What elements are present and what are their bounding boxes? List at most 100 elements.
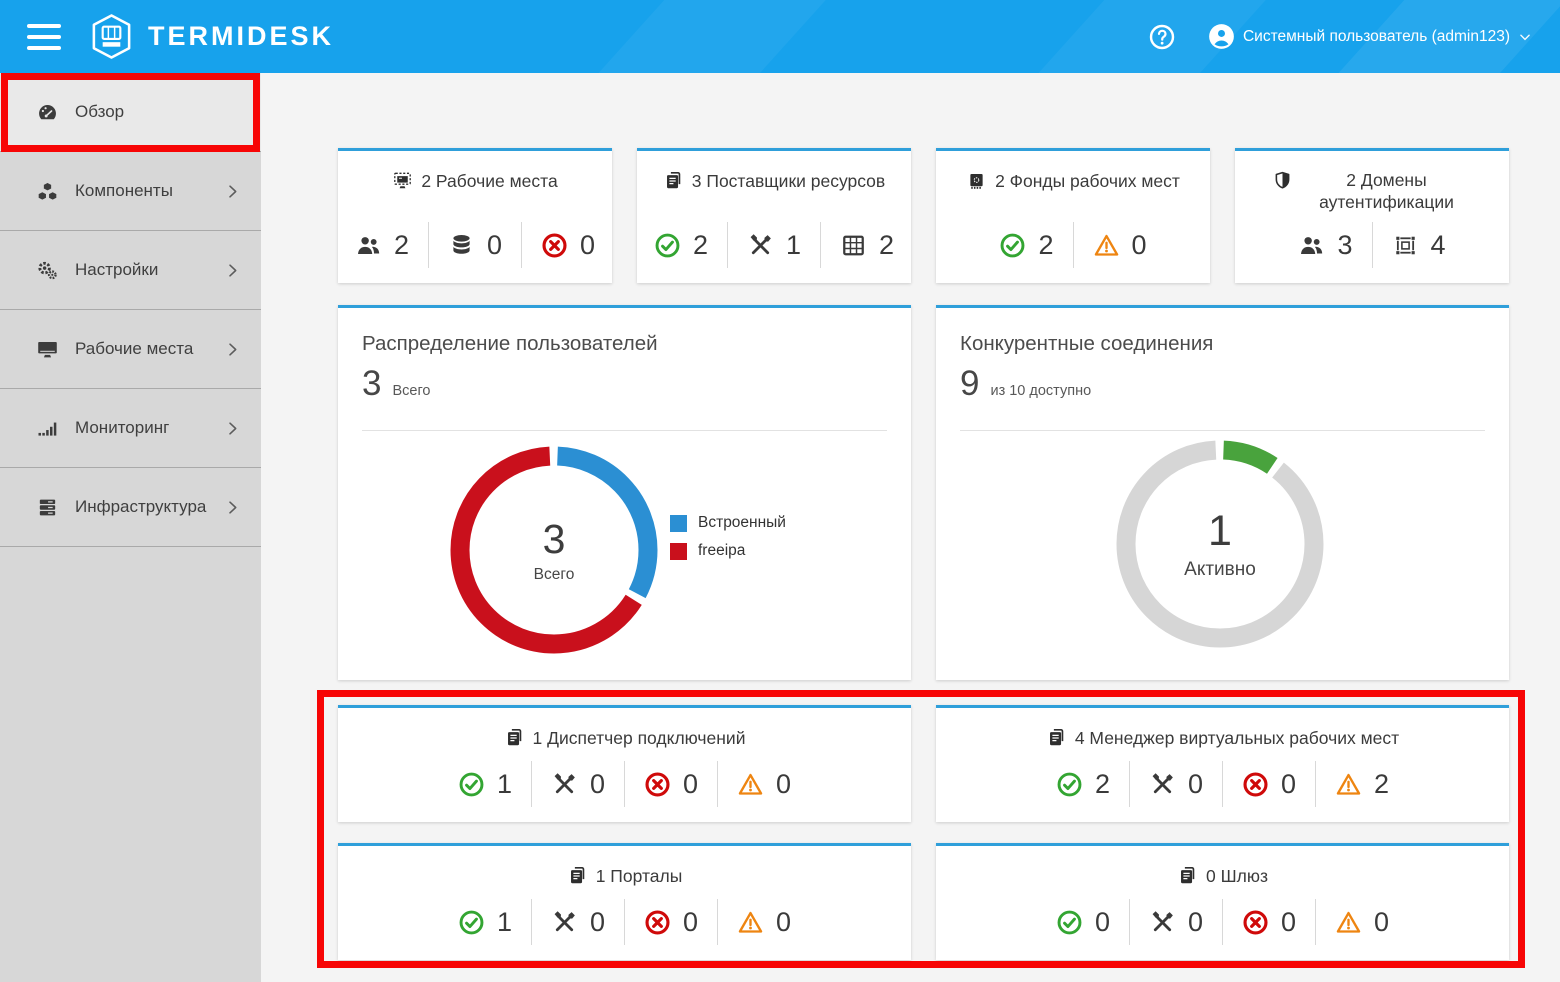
user-menu[interactable]: Системный пользователь (admin123) <box>1208 23 1532 50</box>
sidebar-item-infrastructure[interactable]: Инфраструктура <box>0 468 261 547</box>
stat-value: 1 <box>786 230 801 261</box>
check-circle-icon <box>1056 909 1083 936</box>
error-circle-icon <box>541 232 568 259</box>
tools-icon <box>1149 771 1176 798</box>
component-card-vdi-manager[interactable]: 4 Менеджер виртуальных рабочих мест 2 0 … <box>936 705 1509 822</box>
sidebar-item-workplaces[interactable]: Рабочие места <box>0 310 261 389</box>
error-circle-icon <box>1242 771 1269 798</box>
tools-icon <box>551 771 578 798</box>
chevron-right-icon <box>224 341 241 358</box>
stat-value: 1 <box>497 907 512 938</box>
server-stack-icon <box>36 496 59 519</box>
chevron-right-icon <box>224 262 241 279</box>
termidesk-hexagon-icon <box>88 13 135 60</box>
stat-value: 2 <box>394 230 409 261</box>
card-stats: 2 0 <box>936 222 1210 268</box>
resource-provider-icon <box>567 865 588 886</box>
stat-value: 0 <box>776 907 791 938</box>
component-card-gateway[interactable]: 0 Шлюз 0 0 0 0 <box>936 843 1509 960</box>
stat-value: 0 <box>1188 769 1203 800</box>
brand-logo[interactable]: TERMIDESK <box>88 13 334 60</box>
card-title: 2 Рабочие места <box>338 151 612 193</box>
chart-title: Конкурентные соединения <box>960 332 1213 356</box>
user-avatar-icon <box>1208 23 1235 50</box>
card-title: 2 Фонды рабочих мест <box>936 151 1210 193</box>
stat-value: 0 <box>1374 907 1389 938</box>
chevron-right-icon <box>224 183 241 200</box>
card-title: 1 Порталы <box>338 846 911 888</box>
stat-value: 0 <box>1281 769 1296 800</box>
chart-card-user-distribution: Распределение пользователей 3 Всего 3 Вс… <box>338 305 911 680</box>
resource-provider-icon <box>1046 727 1067 748</box>
component-card-portals[interactable]: 1 Порталы 1 0 0 0 <box>338 843 911 960</box>
users-icon <box>355 232 382 259</box>
sidebar-item-monitoring[interactable]: Мониторинг <box>0 389 261 468</box>
stat-value: 0 <box>1281 907 1296 938</box>
divider <box>960 430 1485 431</box>
workplace-monitor-icon <box>392 170 413 191</box>
card-stats: 2 1 2 <box>637 222 911 268</box>
user-name: Системный пользователь (admin123) <box>1243 28 1510 46</box>
stat-value: 4 <box>1431 230 1446 261</box>
tools-icon <box>551 909 578 936</box>
tools-icon <box>747 232 774 259</box>
bar-chart-icon <box>36 417 59 440</box>
stat-value: 0 <box>590 769 605 800</box>
stat-value: 3 <box>1337 230 1352 261</box>
stat-value: 0 <box>1132 230 1147 261</box>
card-stats: 1 0 0 0 <box>338 761 911 807</box>
grid-icon <box>840 232 867 259</box>
chevron-right-icon <box>224 499 241 516</box>
component-card-connection-dispatcher[interactable]: 1 Диспетчер подключений 1 0 0 0 <box>338 705 911 822</box>
stat-card-resource-providers[interactable]: 3 Поставщики ресурсов 2 1 2 <box>637 148 911 283</box>
stat-card-auth-domains[interactable]: 2 Домены аутентификации 3 4 <box>1235 148 1509 283</box>
card-title: 4 Менеджер виртуальных рабочих мест <box>936 708 1509 750</box>
sidebar-item-settings[interactable]: Настройки <box>0 231 261 310</box>
check-circle-icon <box>458 771 485 798</box>
card-stats: 3 4 <box>1235 222 1509 268</box>
warning-triangle-icon <box>1335 771 1362 798</box>
check-circle-icon <box>654 232 681 259</box>
sidebar-item-label: Инфраструктура <box>75 497 206 517</box>
menu-icon[interactable] <box>27 24 61 50</box>
stat-value: 0 <box>487 230 502 261</box>
sidebar-item-overview[interactable]: Обзор <box>0 73 261 152</box>
card-title: 1 Диспетчер подключений <box>338 708 911 750</box>
shield-icon <box>1272 170 1293 191</box>
chart-card-concurrent-connections: Конкурентные соединения 9 из 10 доступно… <box>936 305 1509 680</box>
check-circle-icon <box>458 909 485 936</box>
error-circle-icon <box>644 771 671 798</box>
warning-triangle-icon <box>737 909 764 936</box>
gears-icon <box>36 259 59 282</box>
legend-label: freeipa <box>698 542 745 560</box>
card-title: 0 Шлюз <box>936 846 1509 888</box>
error-circle-icon <box>644 909 671 936</box>
sidebar: Обзор Компоненты Настройки Рабочие места… <box>0 73 261 982</box>
stat-value: 0 <box>1188 907 1203 938</box>
legend-label: Встроенный <box>698 514 786 532</box>
divider <box>362 430 887 431</box>
stat-card-workplace-pools[interactable]: 2 Фонды рабочих мест 2 0 <box>936 148 1210 283</box>
sidebar-item-label: Компоненты <box>75 181 173 201</box>
card-stats: 0 0 0 0 <box>936 899 1509 945</box>
card-stats: 2 0 0 <box>338 222 612 268</box>
concurrent-connections-donut-chart[interactable] <box>1116 440 1324 648</box>
stat-value: 2 <box>1038 230 1053 261</box>
stat-card-workplaces[interactable]: 2 Рабочие места 2 0 0 <box>338 148 612 283</box>
database-icon <box>448 232 475 259</box>
user-distribution-donut-chart[interactable] <box>450 446 658 654</box>
sidebar-item-label: Обзор <box>75 102 124 122</box>
help-icon[interactable] <box>1148 23 1176 51</box>
stat-value: 2 <box>879 230 894 261</box>
legend-swatch <box>670 515 687 532</box>
chevron-down-icon <box>1518 30 1532 44</box>
sidebar-item-components[interactable]: Компоненты <box>0 152 261 231</box>
stat-value: 0 <box>1095 907 1110 938</box>
stat-value: 0 <box>590 907 605 938</box>
warning-triangle-icon <box>1093 232 1120 259</box>
chart-summary: 9 из 10 доступно <box>960 364 1091 404</box>
monitor-icon <box>36 338 59 361</box>
stat-value: 0 <box>580 230 595 261</box>
warning-triangle-icon <box>1335 909 1362 936</box>
stat-value: 2 <box>1095 769 1110 800</box>
